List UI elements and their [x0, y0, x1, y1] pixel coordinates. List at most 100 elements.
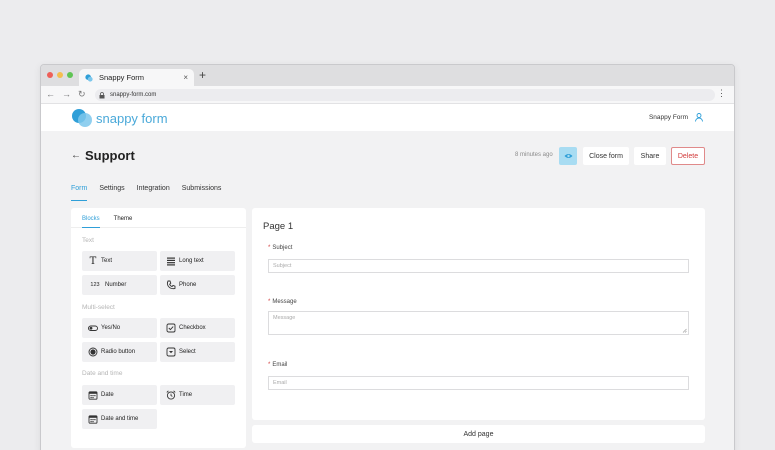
email-placeholder: Email — [273, 380, 287, 386]
message-label-text: Message — [272, 299, 297, 305]
new-tab-button[interactable]: + — [199, 68, 206, 82]
email-input[interactable]: Email — [268, 376, 689, 390]
browser-window: Snappy Form × + ← → ↻ snappy-form.com ⋮ … — [40, 64, 735, 450]
block-date-and-time-label: Date and time — [101, 416, 139, 422]
page-title: Support — [85, 148, 135, 163]
browser-tab[interactable]: Snappy Form × — [79, 69, 194, 86]
subject-field-label: * Subject — [268, 245, 292, 251]
number-icon: 123 — [90, 282, 100, 288]
app-logo[interactable]: snappy form — [71, 108, 168, 128]
browser-tab-title: Snappy Form — [99, 73, 145, 82]
snappy-form-favicon-icon — [85, 73, 93, 82]
back-arrow-icon[interactable]: ← — [46, 89, 55, 100]
checkbox-icon — [166, 323, 176, 333]
message-textarea[interactable]: Message — [268, 311, 689, 335]
block-phone-label: Phone — [179, 282, 197, 288]
browser-menu-icon[interactable]: ⋮ — [717, 88, 726, 99]
user-avatar-icon — [695, 113, 703, 122]
delete-button[interactable]: Delete — [671, 147, 705, 165]
block-time[interactable]: Time — [160, 385, 235, 405]
browser-tab-bar: Snappy Form × + — [41, 65, 734, 86]
lock-icon — [99, 91, 105, 98]
subject-label-text: Subject — [272, 245, 293, 251]
group-label-text: Text — [82, 237, 94, 244]
block-date-label: Date — [101, 392, 114, 398]
tab-settings[interactable]: Settings — [99, 185, 124, 201]
calendar-icon — [88, 415, 98, 424]
block-phone[interactable]: Phone — [160, 275, 235, 295]
address-bar-row: ← → ↻ snappy-form.com ⋮ — [41, 86, 734, 104]
toggle-icon — [88, 325, 98, 331]
maximize-window-button[interactable] — [67, 72, 73, 78]
calendar-icon — [88, 391, 98, 400]
url-input[interactable]: snappy-form.com — [95, 89, 715, 101]
block-select[interactable]: Select — [160, 342, 235, 362]
block-text-label: Text — [101, 258, 113, 264]
minimize-window-button[interactable] — [57, 72, 63, 78]
user-menu[interactable]: Snappy Form — [649, 112, 704, 122]
required-mark: * — [268, 362, 271, 368]
main-content: ← Support 8 minutes ago Close form Share… — [41, 131, 734, 450]
close-window-button[interactable] — [47, 72, 53, 78]
required-mark: * — [268, 299, 271, 305]
blocks-panel-tabs: Blocks Theme — [71, 208, 246, 228]
close-form-button[interactable]: Close form — [583, 147, 629, 165]
select-icon — [166, 347, 176, 357]
message-placeholder: Message — [273, 315, 296, 321]
block-time-label: Time — [179, 392, 193, 398]
user-name: Snappy Form — [648, 113, 688, 121]
app-header: snappy form Snappy Form — [41, 104, 734, 131]
block-radio-label: Radio button — [101, 349, 136, 355]
reload-icon[interactable]: ↻ — [78, 89, 86, 100]
form-canvas: Page 1 * Subject Subject * Message Message… — [252, 208, 705, 420]
subject-placeholder: Subject — [273, 263, 292, 269]
block-date-and-time[interactable]: Date and time — [82, 409, 157, 429]
share-button[interactable]: Share — [634, 147, 666, 165]
block-select-label: Select — [179, 349, 196, 355]
form-page-title: Page 1 — [263, 221, 294, 232]
tab-submissions[interactable]: Submissions — [182, 185, 222, 201]
block-long-text-label: Long text — [179, 258, 204, 264]
group-label-date-time: Date and time — [82, 370, 123, 377]
block-date[interactable]: Date — [82, 385, 157, 405]
block-radio[interactable]: Radio button — [82, 342, 157, 362]
required-mark: * — [268, 245, 271, 251]
tab-integration[interactable]: Integration — [137, 185, 170, 201]
eye-icon — [564, 154, 572, 158]
snappy-form-logo-icon — [72, 109, 92, 127]
add-page-button[interactable]: Add page — [252, 425, 705, 443]
form-nav-tabs: Form Settings Integration Submissions — [71, 185, 221, 201]
forward-arrow-icon[interactable]: → — [62, 89, 71, 100]
tab-blocks[interactable]: Blocks — [82, 216, 100, 228]
url-text: snappy-form.com — [110, 92, 157, 98]
block-checkbox-label: Checkbox — [179, 325, 206, 331]
text-type-icon: T — [89, 255, 97, 267]
phone-icon — [166, 280, 176, 290]
tab-form[interactable]: Form — [71, 185, 88, 201]
block-number[interactable]: 123 Number — [82, 275, 157, 295]
message-field-label: * Message — [268, 299, 297, 305]
block-yes-no[interactable]: Yes/No — [82, 318, 157, 338]
blocks-panel: Blocks Theme Text T Text Long text 123 N… — [71, 208, 246, 448]
preview-button[interactable] — [559, 147, 577, 165]
subject-input[interactable]: Subject — [268, 259, 689, 273]
group-label-multi-select: Multi-select — [82, 304, 115, 311]
block-number-label: Number — [105, 282, 127, 288]
browser-nav: ← → ↻ — [46, 89, 86, 100]
tab-theme[interactable]: Theme — [114, 216, 133, 227]
back-arrow-button[interactable]: ← — [71, 150, 81, 161]
window-controls — [47, 72, 73, 78]
close-tab-icon[interactable]: × — [183, 73, 188, 82]
block-long-text[interactable]: Long text — [160, 251, 235, 271]
logo-text: snappy form — [96, 110, 168, 126]
email-label-text: Email — [272, 362, 288, 368]
last-saved-text: 8 minutes ago — [515, 152, 553, 158]
resize-handle-icon[interactable] — [682, 328, 687, 333]
block-text[interactable]: T Text — [82, 251, 157, 271]
paragraph-lines-icon — [167, 257, 175, 266]
email-field-label: * Email — [268, 362, 287, 368]
block-checkbox[interactable]: Checkbox — [160, 318, 235, 338]
alarm-clock-icon — [166, 390, 176, 400]
block-yes-no-label: Yes/No — [101, 325, 121, 331]
radio-icon — [88, 347, 98, 357]
